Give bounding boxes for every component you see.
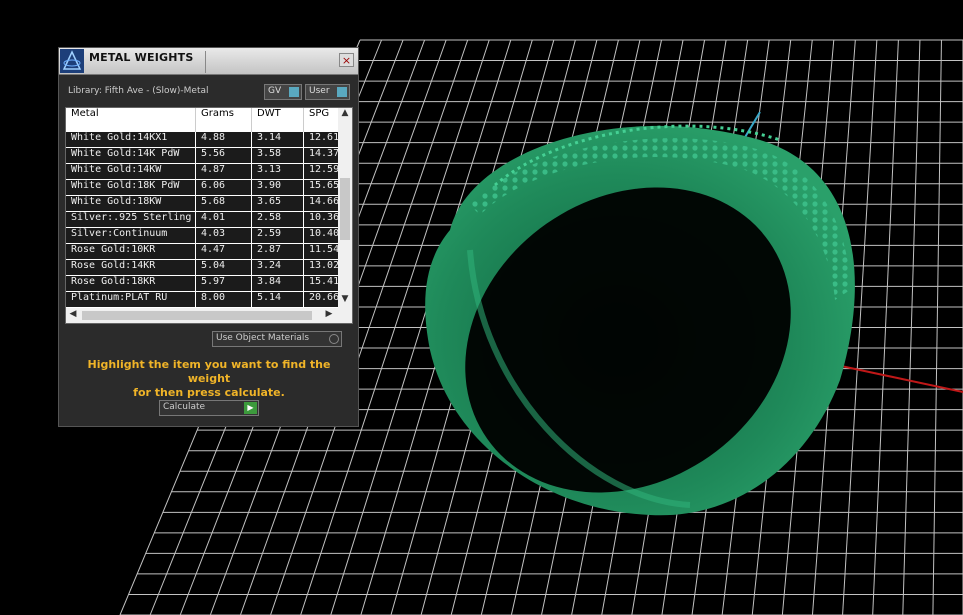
column-header-metal[interactable]: Metal [66, 108, 196, 132]
instruction-text: Highlight the item you want to find the … [69, 358, 349, 400]
table-row[interactable]: White Gold:18KW 5.68 3.65 14.66 [66, 196, 338, 212]
panel-titlebar[interactable]: METAL WEIGHTS × [59, 48, 358, 75]
cell-spg: 10.40 [309, 228, 338, 239]
cell-metal: Silver:.925 Sterling [66, 212, 196, 227]
title-separator [205, 51, 206, 73]
table-header: Metal Grams DWT SPG [66, 108, 338, 132]
toggle-indicator-icon [337, 87, 347, 97]
cell-metal: White Gold:14KX1 [66, 132, 196, 147]
cell-metal: White Gold:18K PdW [66, 180, 196, 195]
metal-weights-panel: METAL WEIGHTS × Library: Fifth Ave - (Sl… [58, 47, 359, 427]
cell-spg: 11.54 [309, 244, 338, 255]
table-row[interactable]: White Gold:14K PdW 5.56 3.58 14.37 [66, 148, 338, 164]
cell-metal: Rose Gold:14KR [66, 260, 196, 275]
scroll-left-icon[interactable]: ◀ [66, 309, 80, 322]
library-label: Library: Fifth Ave - (Slow)-Metal [68, 86, 209, 96]
cell-spg: 14.66 [309, 196, 338, 207]
cell-metal: White Gold:18KW [66, 196, 196, 211]
cell-dwt: 5.14 [252, 292, 304, 307]
toggle-indicator-icon [289, 87, 299, 97]
cell-metal: Platinum:PLAT RU [66, 292, 196, 307]
table-row[interactable]: Rose Gold:14KR 5.04 3.24 13.02 [66, 260, 338, 276]
cell-spg: 12.59 [309, 164, 338, 175]
horizontal-scroll-thumb[interactable] [82, 311, 312, 320]
instruction-line-2: for then press calculate. [133, 386, 285, 399]
cell-spg: 13.02 [309, 260, 338, 271]
cell-grams: 5.56 [196, 148, 252, 163]
cell-dwt: 3.84 [252, 276, 304, 291]
horizontal-scrollbar[interactable]: ◀ ▶ [66, 308, 352, 323]
calculate-button[interactable]: Calculate ▶ [159, 400, 259, 416]
cell-grams: 5.97 [196, 276, 252, 291]
cell-grams: 4.88 [196, 132, 252, 147]
scroll-right-icon[interactable]: ▶ [322, 309, 336, 322]
cell-metal: Rose Gold:10KR [66, 244, 196, 259]
column-header-dwt[interactable]: DWT [252, 108, 304, 132]
cell-spg: 14.37 [309, 148, 338, 159]
vertical-scrollbar[interactable]: ▲ ▼ [338, 108, 352, 308]
cell-metal: Silver:Continuum [66, 228, 196, 243]
cell-grams: 4.87 [196, 164, 252, 179]
table-row[interactable]: Platinum:PLAT RU 8.00 5.14 20.66 [66, 292, 338, 308]
scroll-up-icon[interactable]: ▲ [338, 108, 352, 120]
cell-spg: 15.65 [309, 180, 338, 191]
vertical-scroll-thumb[interactable] [340, 178, 350, 240]
cell-dwt: 3.14 [252, 132, 304, 147]
cell-metal: Rose Gold:18KR [66, 276, 196, 291]
use-object-materials-checkbox[interactable]: Use Object Materials [212, 331, 342, 347]
app-logo-icon [60, 49, 84, 73]
metal-table: Metal Grams DWT SPG White Gold:14KX1 4.88… [65, 107, 353, 324]
cell-grams: 8.00 [196, 292, 252, 307]
table-row[interactable]: Rose Gold:18KR 5.97 3.84 15.41 [66, 276, 338, 292]
table-row[interactable]: White Gold:18K PdW 6.06 3.90 15.65 [66, 180, 338, 196]
cell-dwt: 2.58 [252, 212, 304, 227]
cell-grams: 5.04 [196, 260, 252, 275]
cell-dwt: 3.13 [252, 164, 304, 179]
panel-title: METAL WEIGHTS [89, 51, 194, 64]
table-row[interactable]: Rose Gold:10KR 4.47 2.87 11.54 [66, 244, 338, 260]
gv-toggle-label: GV [268, 86, 282, 96]
table-row[interactable]: White Gold:14KX1 4.88 3.14 12.61 [66, 132, 338, 148]
scroll-down-icon[interactable]: ▼ [338, 294, 352, 306]
cell-dwt: 2.59 [252, 228, 304, 243]
cell-grams: 4.47 [196, 244, 252, 259]
cell-grams: 4.01 [196, 212, 252, 227]
table-body: White Gold:14KX1 4.88 3.14 12.61 White Gold:… [66, 132, 338, 308]
column-header-grams[interactable]: Grams [196, 108, 252, 132]
cell-metal: White Gold:14K PdW [66, 148, 196, 163]
ring-model[interactable] [406, 124, 855, 555]
radio-indicator-icon [329, 334, 339, 344]
cell-spg: 10.36 [309, 212, 338, 223]
close-button[interactable]: × [339, 53, 354, 67]
instruction-line-1: Highlight the item you want to find the … [87, 358, 331, 385]
user-toggle[interactable]: User [305, 84, 350, 100]
cell-grams: 5.68 [196, 196, 252, 211]
table-row[interactable]: Silver:Continuum 4.03 2.59 10.40 [66, 228, 338, 244]
cell-spg: 20.66 [309, 292, 338, 303]
table-row[interactable]: White Gold:14KW 4.87 3.13 12.59 [66, 164, 338, 180]
cell-dwt: 3.58 [252, 148, 304, 163]
cell-spg: 12.61 [309, 132, 338, 143]
cell-spg: 15.41 [309, 276, 338, 287]
calculate-label: Calculate [163, 402, 206, 412]
cell-grams: 6.06 [196, 180, 252, 195]
cell-metal: White Gold:14KW [66, 164, 196, 179]
cell-dwt: 3.90 [252, 180, 304, 195]
column-header-spg[interactable]: SPG [304, 108, 338, 132]
user-toggle-label: User [309, 86, 330, 96]
use-object-materials-label: Use Object Materials [216, 333, 310, 343]
cell-dwt: 3.24 [252, 260, 304, 275]
cell-dwt: 3.65 [252, 196, 304, 211]
table-row[interactable]: Silver:.925 Sterling 4.01 2.58 10.36 [66, 212, 338, 228]
cell-dwt: 2.87 [252, 244, 304, 259]
gv-toggle[interactable]: GV [264, 84, 302, 100]
cell-grams: 4.03 [196, 228, 252, 243]
play-icon: ▶ [244, 402, 257, 414]
